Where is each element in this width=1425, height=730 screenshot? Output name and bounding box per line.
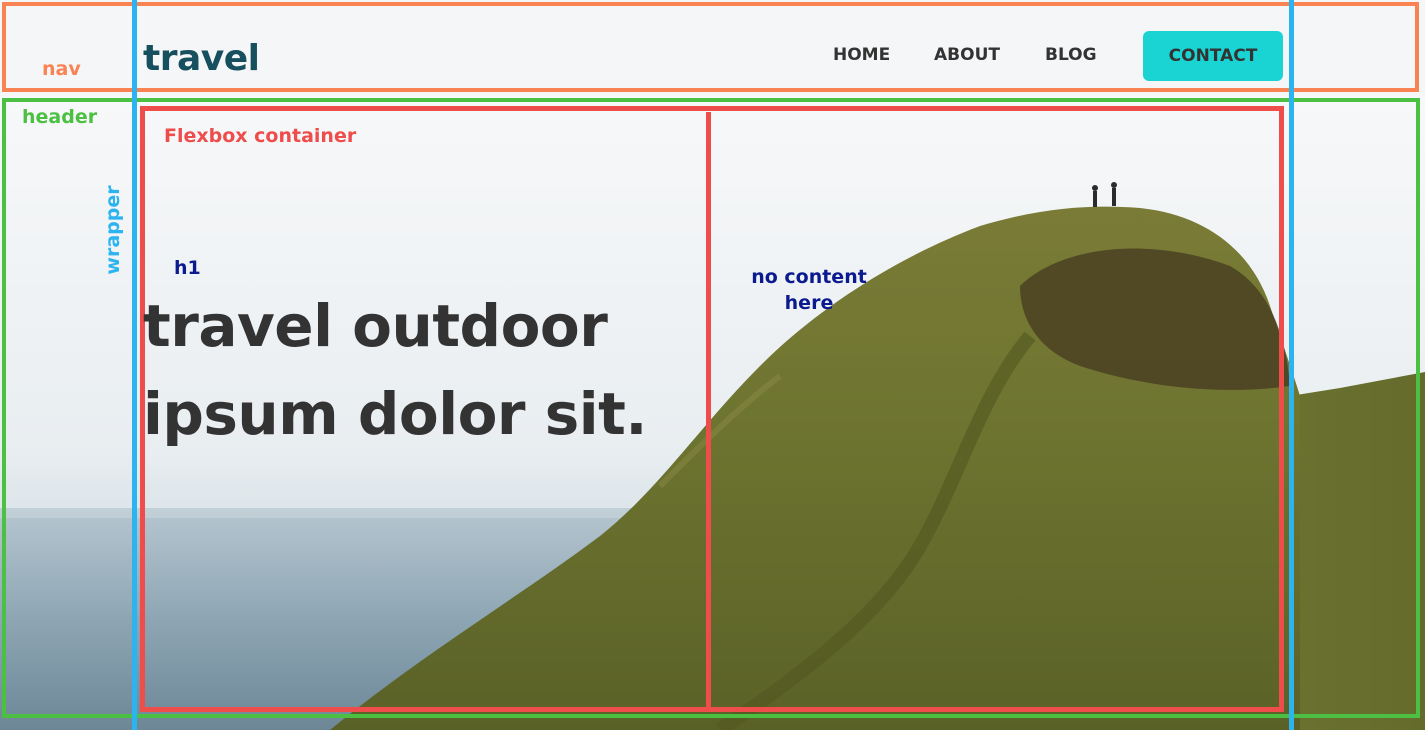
page: travel HOME ABOUT BLOG CONTACT travel ou… bbox=[0, 0, 1425, 730]
label-flexbox-container: Flexbox container bbox=[164, 125, 357, 147]
flexbox-divider bbox=[706, 112, 711, 710]
wrapper-right-edge bbox=[1289, 0, 1294, 730]
label-header: header bbox=[22, 106, 98, 128]
label-no-content: no content here bbox=[751, 266, 867, 314]
contact-button[interactable]: CONTACT bbox=[1143, 31, 1283, 81]
label-nav: nav bbox=[42, 58, 81, 80]
nav-link-home[interactable]: HOME bbox=[833, 45, 890, 65]
label-h1: h1 bbox=[174, 257, 201, 279]
label-wrapper: wrapper bbox=[102, 185, 124, 275]
nav-link-blog[interactable]: BLOG bbox=[1045, 45, 1097, 65]
nav-link-about[interactable]: ABOUT bbox=[934, 45, 1000, 65]
wrapper-left-edge bbox=[132, 0, 137, 730]
brand-logo[interactable]: travel bbox=[143, 38, 260, 79]
hero-heading: travel outdoor ipsum dolor sit. bbox=[143, 292, 647, 448]
